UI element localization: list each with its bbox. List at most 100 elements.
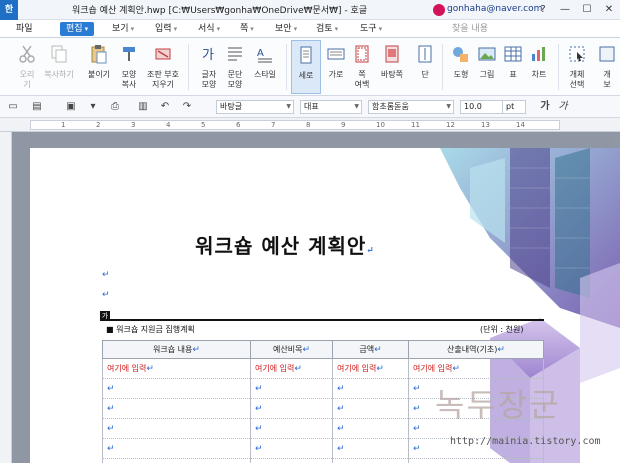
paragraph-mark: ↵ (255, 383, 263, 394)
column-header[interactable]: 예산비목↵ (250, 340, 333, 359)
document-canvas[interactable]: 워크숍 예산 계획안↵ ↵ ↵ 가 ■ 워크숍 지원금 집행계획 (단위 : 천… (12, 132, 620, 463)
table-cell[interactable]: ↵ (102, 378, 251, 399)
table-row: ↵↵↵↵ (102, 458, 544, 463)
paragraph-mark: ↵ (337, 423, 345, 434)
paragraph-mark: ↵ (107, 383, 115, 394)
background-page-button[interactable]: 바탕쪽 (377, 40, 407, 94)
copy-button[interactable]: 복사하기 (44, 40, 74, 94)
portrait-button[interactable]: 세로 (291, 40, 321, 94)
document-title[interactable]: 워크숍 예산 계획안↵ (30, 230, 390, 259)
menu-edit[interactable]: 편집 ▾ (60, 22, 95, 36)
ruler-number: 3 (131, 121, 136, 129)
open-folder-icon[interactable]: ▤ (30, 100, 44, 114)
columns-button[interactable]: 단 (410, 40, 440, 94)
menu-view[interactable]: 보기 ▾ (112, 22, 134, 36)
print-icon[interactable]: ⎙ (108, 100, 122, 114)
table-cell[interactable]: ↵ (250, 458, 333, 463)
column-header[interactable]: 산출내역(기초)↵ (408, 340, 544, 359)
ruler-number: 1 (61, 121, 66, 129)
shape-copy-button[interactable]: 모양 복사 (114, 40, 144, 94)
menu-page[interactable]: 쪽 ▾ (240, 22, 254, 36)
table-cell[interactable]: ↵ (250, 418, 333, 439)
svg-text:A: A (257, 48, 264, 59)
table-cell[interactable]: ↵ (332, 398, 409, 419)
redo-icon[interactable]: ↷ (180, 100, 194, 114)
table-cell[interactable]: ↵ (250, 398, 333, 419)
font-select[interactable]: 함초롬돋움 ▼ (368, 100, 454, 114)
preview-icon[interactable]: ▥ (136, 100, 150, 114)
paragraph-mark: ↵ (255, 423, 263, 434)
table-cell[interactable]: 여기에 입력↵ (332, 358, 409, 379)
menu-security[interactable]: 보안 ▾ (275, 22, 297, 36)
brush-icon (123, 47, 135, 61)
table-cell[interactable]: ↵ (102, 458, 251, 463)
maximize-button[interactable]: ☐ (578, 0, 596, 20)
portrait-page-icon (300, 46, 312, 64)
column-header[interactable]: 워크숍 내용↵ (102, 340, 251, 359)
watermark-url: http://mainia.tistory.com (450, 436, 601, 447)
table-cell[interactable]: 여기에 입력↵ (102, 358, 251, 379)
bold-button[interactable]: 가 (538, 100, 552, 114)
table-cell[interactable]: 여기에 입력↵ (250, 358, 333, 379)
section-subheading[interactable]: ■ 워크숍 지원금 집행계획 (106, 324, 195, 335)
menu-review[interactable]: 검토 ▾ (316, 22, 338, 36)
new-document-icon[interactable]: ▭ (6, 100, 20, 114)
ruler-number: 11 (411, 121, 420, 129)
table-cell[interactable]: ↵ (332, 378, 409, 399)
italic-button[interactable]: 가 (556, 100, 570, 114)
hancom-app-icon[interactable]: 한 (0, 0, 18, 20)
dropdown-arrow-icon[interactable]: ▾ (86, 100, 100, 114)
vertical-ruler[interactable] (0, 132, 12, 463)
chevron-down-icon: ▾ (216, 25, 221, 33)
paragraph-mark: ↵ (413, 403, 421, 414)
paragraph-style-select[interactable]: 바탕글 ▼ (216, 100, 294, 114)
table-cell[interactable]: 여기에 입력↵ (408, 358, 544, 379)
menu-tools[interactable]: 도구 ▾ (360, 22, 382, 36)
margins-button[interactable]: 쪽 여백 (347, 40, 377, 94)
shapes-icon (453, 47, 468, 62)
language-select[interactable]: 대표 ▼ (300, 100, 362, 114)
table-cell[interactable]: ↵ (102, 418, 251, 439)
table-cell[interactable]: ↵ (408, 458, 544, 463)
user-email[interactable]: gonhaha@naver.com (447, 4, 542, 14)
menu-file[interactable]: 파일 (16, 22, 33, 36)
ruler-number: 13 (481, 121, 490, 129)
table-cell[interactable]: ↵ (250, 438, 333, 459)
para-shape-icon (228, 47, 242, 61)
paragraph-mark: ↵ (337, 383, 345, 394)
table-cell[interactable]: ↵ (102, 438, 251, 459)
table-cell[interactable]: ↵ (250, 378, 333, 399)
column-header[interactable]: 금액↵ (332, 340, 409, 359)
unit-select[interactable]: pt (502, 100, 526, 114)
style-button[interactable]: A 스타일 (250, 40, 280, 94)
unit-label[interactable]: (단위 : 천원) (480, 324, 523, 335)
para-shape-button[interactable]: 문단 모양 (220, 40, 250, 94)
close-button[interactable]: ✕ (600, 0, 618, 20)
eraser-icon (155, 48, 171, 60)
search-input[interactable]: 찾을 내용 (452, 22, 562, 36)
scissors-icon (19, 45, 35, 63)
cut-button[interactable]: 오리 기 (12, 40, 42, 94)
save-icon[interactable]: ▣ (64, 100, 78, 114)
remove-symbol-button[interactable]: 조판 부호 지우기 (147, 40, 179, 94)
chart-button[interactable]: 차트 (524, 40, 554, 94)
table-row: 여기에 입력↵ 여기에 입력↵ 여기에 입력↵ 여기에 입력↵ (102, 358, 544, 379)
menu-insert[interactable]: 입력 ▾ (155, 22, 177, 36)
paragraph-mark: ↵ (337, 403, 345, 414)
chevron-down-icon: ▾ (378, 25, 383, 33)
view-button[interactable]: 개 보 (592, 40, 620, 94)
background-page-icon (385, 45, 399, 63)
undo-icon[interactable]: ↶ (158, 100, 172, 114)
minimize-button[interactable]: — (556, 0, 574, 20)
document-page[interactable]: 워크숍 예산 계획안↵ ↵ ↵ 가 ■ 워크숍 지원금 집행계획 (단위 : 천… (30, 148, 620, 463)
table-cell[interactable]: ↵ (332, 458, 409, 463)
menu-format[interactable]: 서식 ▾ (198, 22, 220, 36)
ribbon-separator (442, 44, 443, 90)
table-cell[interactable]: ↵ (102, 398, 251, 419)
picture-icon (478, 47, 496, 61)
horizontal-ruler[interactable]: 1 2 3 4 5 6 7 8 9 10 11 12 13 14 (0, 118, 620, 132)
user-account-icon[interactable] (433, 4, 445, 16)
table-cell[interactable]: ↵ (332, 418, 409, 439)
help-button[interactable]: ? (534, 0, 552, 20)
table-cell[interactable]: ↵ (332, 438, 409, 459)
